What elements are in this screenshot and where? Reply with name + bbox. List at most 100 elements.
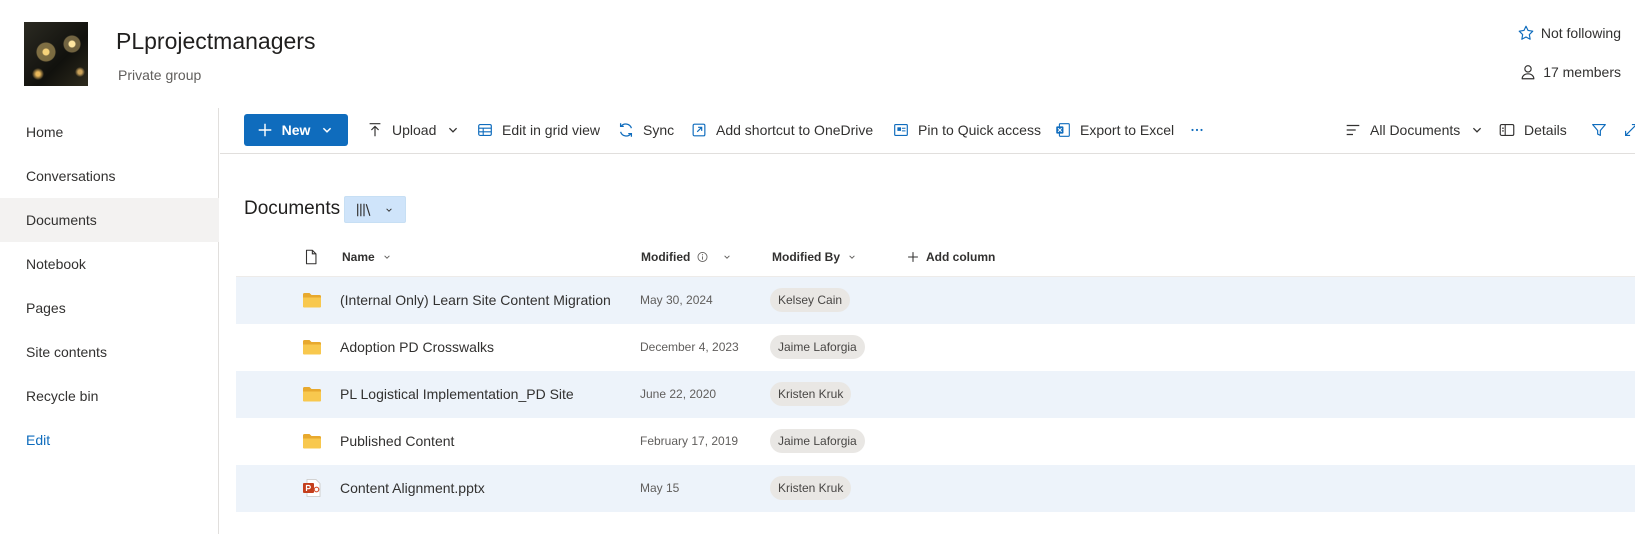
modified-by-pill[interactable]: Kelsey Cain: [770, 288, 851, 312]
powerpoint-file-icon: [302, 479, 322, 497]
file-name[interactable]: (Internal Only) Learn Site Content Migra…: [340, 292, 611, 308]
site-subtitle: Private group: [118, 67, 202, 83]
details-pane-icon: [1498, 121, 1516, 139]
sidebar-item-site-contents[interactable]: Site contents: [0, 330, 219, 374]
sidebar-item-label: Home: [26, 124, 64, 140]
add-shortcut-button[interactable]: Add shortcut to OneDrive: [690, 114, 873, 146]
grid-label: Edit in grid view: [502, 122, 601, 138]
site-title[interactable]: PLprojectmanagers: [116, 28, 315, 55]
edit-grid-view-button[interactable]: Edit in grid view: [476, 114, 600, 146]
sidebar-item-home[interactable]: Home: [0, 110, 219, 154]
plus-icon: [906, 248, 920, 266]
sync-button[interactable]: Sync: [617, 114, 674, 146]
modified-by-column-label: Modified By: [772, 250, 840, 264]
add-column-label: Add column: [926, 250, 996, 264]
add-column-button[interactable]: Add column: [906, 242, 995, 272]
sidebar-item-label: Conversations: [26, 168, 116, 184]
file-name[interactable]: PL Logistical Implementation_PD Site: [340, 386, 574, 402]
sidebar-item-pages[interactable]: Pages: [0, 286, 219, 330]
sidebar-edit-link[interactable]: Edit: [0, 418, 219, 462]
table-row[interactable]: PL Logistical Implementation_PD Site Jun…: [236, 371, 1635, 418]
new-button[interactable]: New: [244, 114, 348, 146]
sidebar-item-documents[interactable]: Documents: [0, 198, 219, 242]
modified-column-header[interactable]: Modified: [641, 242, 733, 272]
expand-button[interactable]: [1622, 114, 1635, 146]
site-logo[interactable]: [24, 22, 88, 86]
sidebar-item-label: Pages: [26, 300, 66, 316]
view-selector[interactable]: All Documents: [1344, 114, 1486, 146]
modified-date: December 4, 2023: [640, 340, 739, 354]
modified-date: February 17, 2019: [640, 434, 739, 448]
members-label: 17 members: [1543, 64, 1621, 80]
folder-icon: [302, 291, 322, 309]
sidebar-item-notebook[interactable]: Notebook: [0, 242, 219, 286]
more-actions-button[interactable]: [1188, 114, 1206, 146]
chevron-down-icon: [444, 121, 462, 139]
library-title: Documents: [244, 198, 341, 219]
sidebar-item-recycle-bin[interactable]: Recycle bin: [0, 374, 219, 418]
plus-icon: [256, 121, 274, 139]
follow-label: Not following: [1540, 25, 1621, 41]
more-icon: [1188, 121, 1206, 139]
file-type-column-header[interactable]: [302, 242, 320, 272]
file-name[interactable]: Published Content: [340, 433, 454, 449]
members-button[interactable]: 17 members: [1519, 63, 1621, 81]
table-row[interactable]: Adoption PD Crosswalks December 4, 2023 …: [236, 324, 1635, 371]
file-name[interactable]: Adoption PD Crosswalks: [340, 339, 494, 355]
chevron-down-icon: [721, 248, 733, 266]
export-excel-button[interactable]: Export to Excel: [1054, 114, 1174, 146]
file-name[interactable]: Content Alignment.pptx: [340, 480, 485, 496]
upload-label: Upload: [392, 122, 437, 138]
view-list-icon: [1344, 121, 1362, 139]
name-column-header[interactable]: Name: [342, 242, 393, 272]
modified-by-pill[interactable]: Kristen Kruk: [770, 476, 852, 500]
modified-by-pill[interactable]: Kristen Kruk: [770, 382, 852, 406]
table-row[interactable]: Content Alignment.pptx May 15 Kristen Kr…: [236, 465, 1635, 512]
table-row[interactable]: Published Content February 17, 2019 Jaim…: [236, 418, 1635, 465]
modified-column-label: Modified: [641, 250, 691, 264]
table-row[interactable]: (Internal Only) Learn Site Content Migra…: [236, 277, 1635, 324]
modified-date: June 22, 2020: [640, 387, 717, 401]
folder-icon: [302, 432, 322, 450]
command-bar: New Upload Edit in grid view Sync Add sh…: [220, 108, 1635, 154]
document-icon: [302, 248, 320, 266]
pin-icon: [892, 121, 910, 139]
chevron-down-icon: [318, 121, 336, 139]
folder-icon: [302, 338, 322, 356]
sidebar-item-label: Documents: [26, 212, 97, 228]
chevron-down-icon: [846, 248, 858, 266]
modified-by-column-header[interactable]: Modified By: [772, 242, 858, 272]
chevron-down-icon: [383, 201, 395, 219]
details-button[interactable]: Details: [1498, 114, 1567, 146]
shortcut-label: Add shortcut to OneDrive: [716, 122, 874, 138]
upload-icon: [366, 121, 384, 139]
sidebar-item-conversations[interactable]: Conversations: [0, 154, 219, 198]
shortcut-icon: [690, 121, 708, 139]
pin-quick-access-button[interactable]: Pin to Quick access: [892, 114, 1041, 146]
filter-icon: [1590, 121, 1608, 139]
star-icon: [1517, 24, 1535, 42]
name-column-label: Name: [342, 250, 375, 264]
edit-label: Edit: [26, 432, 51, 448]
chevron-down-icon: [1468, 121, 1486, 139]
upload-button[interactable]: Upload: [366, 114, 462, 146]
sidebar-item-label: Notebook: [26, 256, 86, 272]
details-label: Details: [1524, 122, 1567, 138]
sidebar-item-label: Recycle bin: [26, 388, 99, 404]
chevron-down-icon: [381, 248, 393, 266]
modified-date: May 15: [640, 481, 680, 495]
excel-icon: [1054, 121, 1072, 139]
folder-icon: [302, 385, 322, 403]
sidebar-item-label: Site contents: [26, 344, 107, 360]
new-label: New: [281, 122, 311, 138]
modified-by-pill[interactable]: Jaime Laforgia: [770, 429, 865, 453]
export-label: Export to Excel: [1080, 122, 1175, 138]
modified-date: May 30, 2024: [640, 293, 713, 307]
follow-button[interactable]: Not following: [1517, 24, 1621, 42]
modified-by-pill[interactable]: Jaime Laforgia: [770, 335, 865, 359]
filter-button[interactable]: [1590, 114, 1608, 146]
site-header: PLprojectmanagers Private group Not foll…: [0, 0, 1635, 104]
grid-icon: [476, 121, 494, 139]
library-view-switcher[interactable]: [344, 196, 406, 223]
view-label: All Documents: [1370, 122, 1461, 138]
